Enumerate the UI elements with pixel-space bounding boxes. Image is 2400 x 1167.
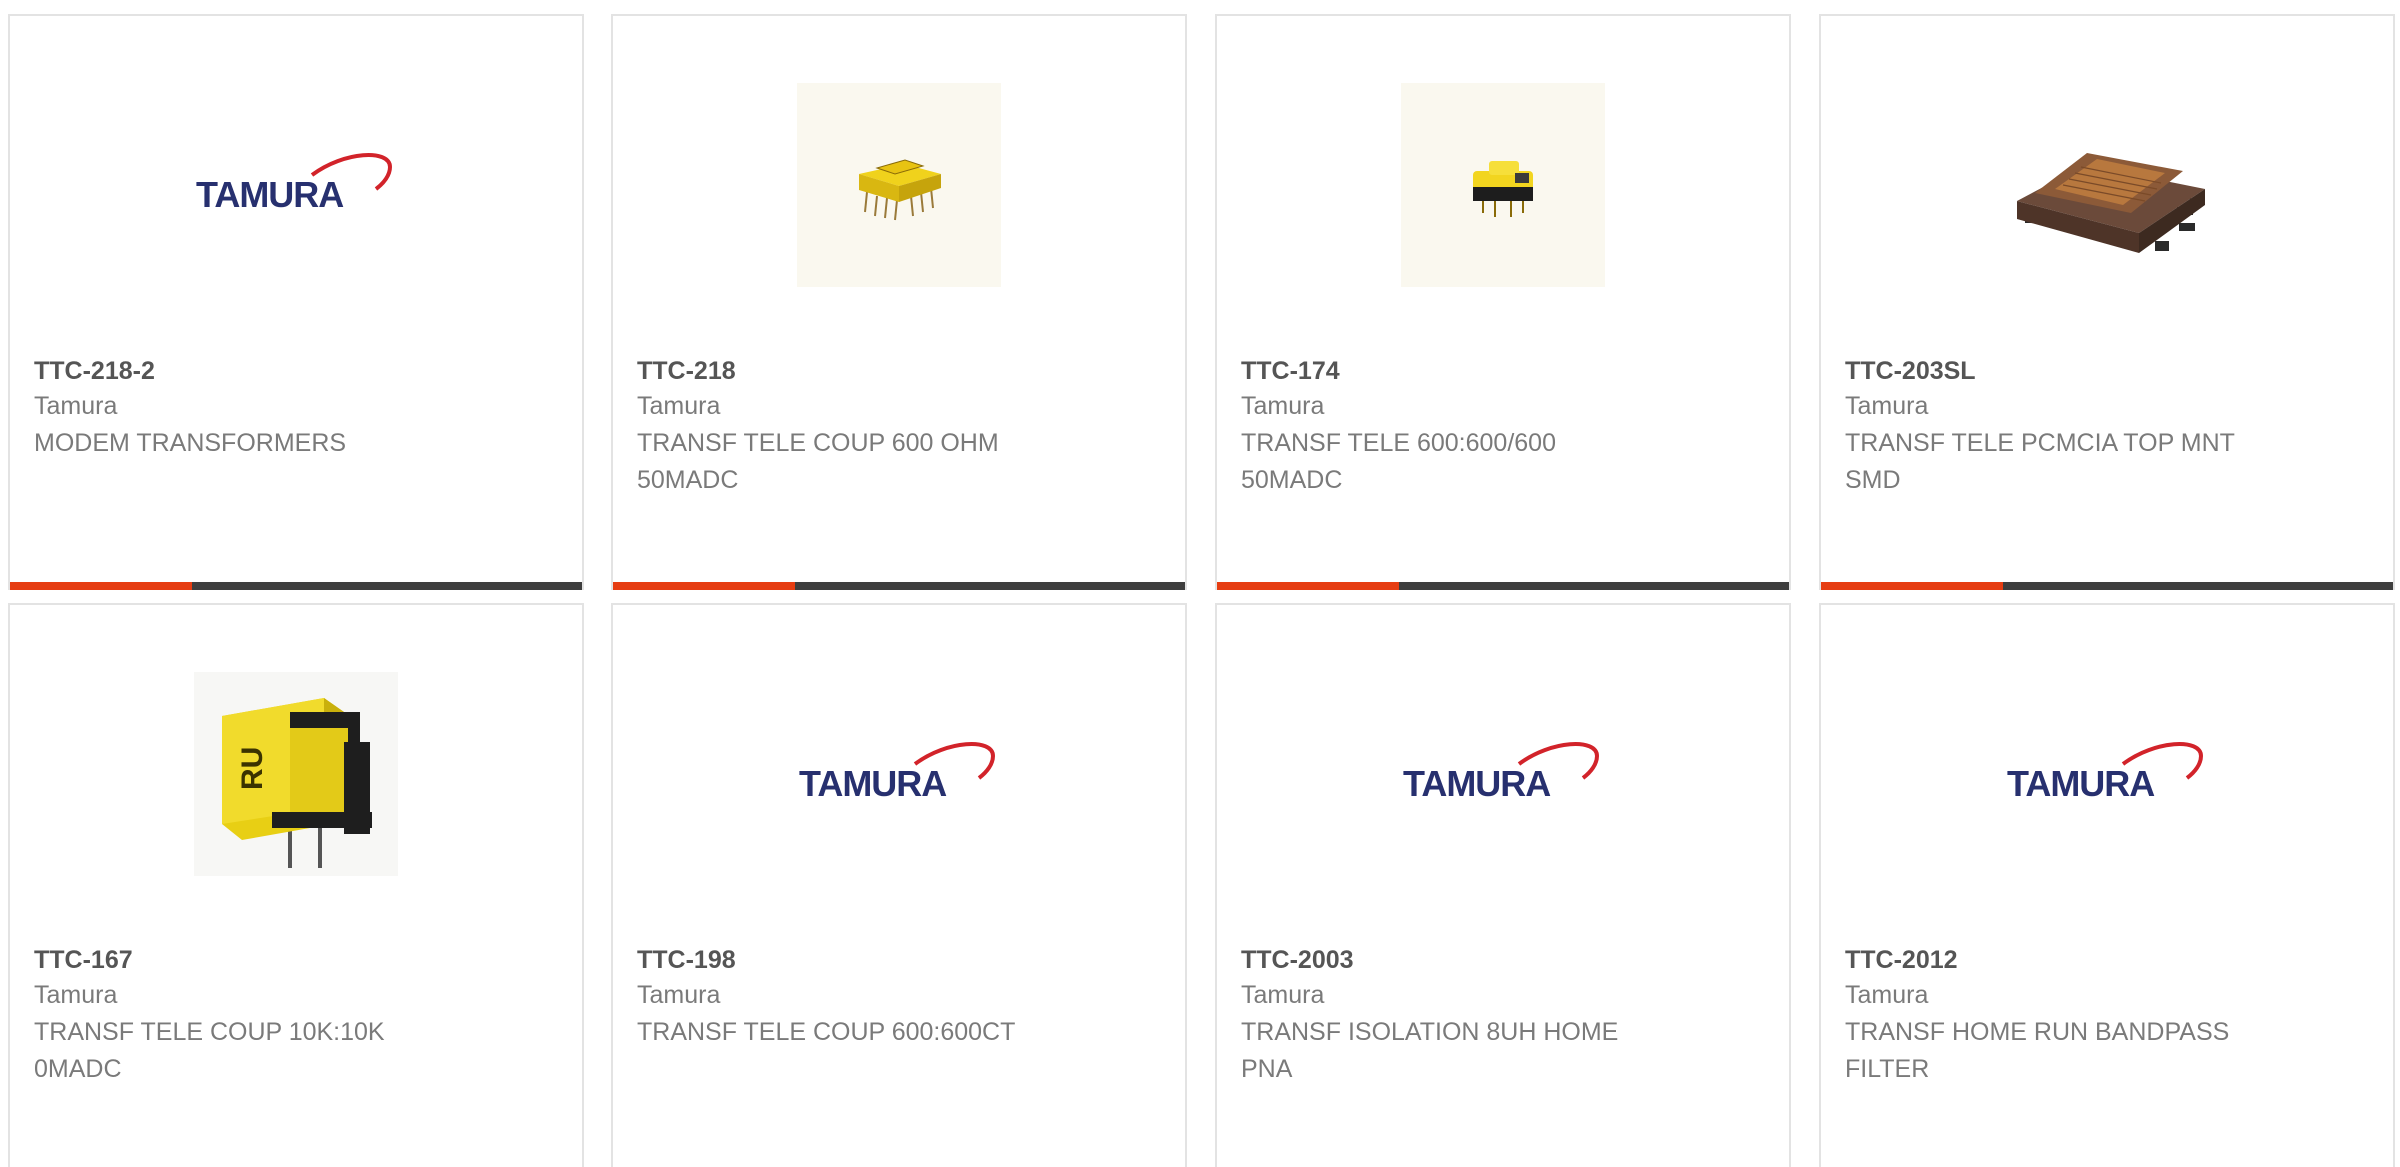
logo-text: TAMURA: [799, 763, 947, 804]
manufacturer: Tamura: [1241, 392, 1325, 420]
product-card[interactable]: TAMURA TTC-2003 Tamura TRANSF ISOLATION …: [1215, 603, 1791, 1167]
manufacturer: Tamura: [34, 981, 118, 1009]
description: TRANSF TELE COUP 600 OHM 50MADC: [637, 429, 999, 494]
part-number[interactable]: TTC-2012: [1845, 943, 2369, 977]
description: TRANSF HOME RUN BANDPASS FILTER: [1845, 1018, 2230, 1083]
description: TRANSF TELE COUP 10K:10K 0MADC: [34, 1018, 385, 1083]
svg-text:RU: RU: [236, 747, 269, 790]
manufacturer: Tamura: [1845, 392, 1929, 420]
part-number[interactable]: TTC-167: [34, 943, 558, 977]
manufacturer: Tamura: [1845, 981, 1929, 1009]
description: TRANSF TELE COUP 600:600CT: [637, 1018, 1016, 1046]
part-number[interactable]: TTC-198: [637, 943, 1161, 977]
tamura-logo-image: TAMURA: [194, 83, 398, 287]
product-card[interactable]: TAMURA TTC-218-2 Tamura MODEM TRANSFORME…: [8, 14, 584, 590]
part-number[interactable]: TTC-218-2: [34, 354, 558, 388]
logo-text: TAMURA: [1403, 763, 1551, 804]
tamura-logo-image: TAMURA: [797, 672, 1001, 876]
part-number[interactable]: TTC-203SL: [1845, 354, 2369, 388]
card-accent-bar: [1821, 582, 2393, 590]
product-image: RU: [194, 672, 398, 876]
product-image: [1401, 83, 1605, 287]
part-number[interactable]: TTC-218: [637, 354, 1161, 388]
product-card[interactable]: RU TTC-167 Tamura TRANSF TELE COUP 10K:1…: [8, 603, 584, 1167]
product-card[interactable]: TTC-203SL Tamura TRANSF TELE PCMCIA TOP …: [1819, 14, 2395, 590]
logo-text: TAMURA: [196, 174, 344, 215]
manufacturer: Tamura: [1241, 981, 1325, 1009]
tamura-logo-image: TAMURA: [1401, 672, 1605, 876]
description: TRANSF TELE 600:600/600 50MADC: [1241, 429, 1556, 494]
product-image: [2005, 83, 2209, 287]
manufacturer: Tamura: [637, 981, 721, 1009]
product-grid: TAMURA TTC-218-2 Tamura MODEM TRANSFORME…: [0, 0, 2400, 1167]
description: TRANSF ISOLATION 8UH HOME PNA: [1241, 1018, 1619, 1083]
tamura-logo-image: TAMURA: [2005, 672, 2209, 876]
part-number[interactable]: TTC-2003: [1241, 943, 1765, 977]
manufacturer: Tamura: [637, 392, 721, 420]
product-card[interactable]: TAMURA TTC-2012 Tamura TRANSF HOME RUN B…: [1819, 603, 2395, 1167]
logo-text: TAMURA: [2007, 763, 2155, 804]
card-accent-bar: [613, 582, 1185, 590]
description: TRANSF TELE PCMCIA TOP MNT SMD: [1845, 429, 2235, 494]
product-card[interactable]: TTC-218 Tamura TRANSF TELE COUP 600 OHM …: [611, 14, 1187, 590]
product-card[interactable]: TTC-174 Tamura TRANSF TELE 600:600/600 5…: [1215, 14, 1791, 590]
product-card[interactable]: TAMURA TTC-198 Tamura TRANSF TELE COUP 6…: [611, 603, 1187, 1167]
product-image: [797, 83, 1001, 287]
card-accent-bar: [10, 582, 582, 590]
description: MODEM TRANSFORMERS: [34, 429, 347, 457]
manufacturer: Tamura: [34, 392, 118, 420]
part-number[interactable]: TTC-174: [1241, 354, 1765, 388]
card-accent-bar: [1217, 582, 1789, 590]
